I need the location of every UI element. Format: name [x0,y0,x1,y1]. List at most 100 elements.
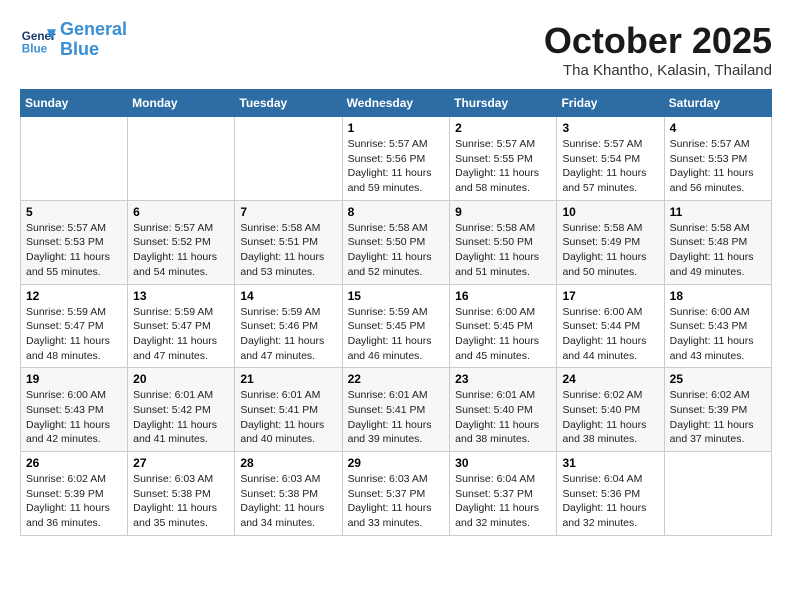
day-info: Sunrise: 6:00 AM Sunset: 5:43 PM Dayligh… [26,388,122,447]
calendar-day-cell [21,117,128,201]
calendar-day-cell: 17 Sunrise: 6:00 AM Sunset: 5:44 PM Dayli… [557,284,664,368]
day-number: 11 [670,205,766,219]
day-number: 20 [133,372,229,386]
day-number: 27 [133,456,229,470]
day-info: Sunrise: 6:00 AM Sunset: 5:44 PM Dayligh… [562,305,658,364]
day-info: Sunrise: 5:58 AM Sunset: 5:51 PM Dayligh… [240,221,336,280]
day-number: 31 [562,456,658,470]
calendar-day-cell: 31 Sunrise: 6:04 AM Sunset: 5:36 PM Dayli… [557,452,664,536]
calendar-day-cell [235,117,342,201]
calendar-day-cell: 28 Sunrise: 6:03 AM Sunset: 5:38 PM Dayli… [235,452,342,536]
weekday-header-cell: Sunday [21,90,128,117]
day-info: Sunrise: 6:03 AM Sunset: 5:38 PM Dayligh… [133,472,229,531]
calendar-day-cell [664,452,771,536]
day-number: 1 [348,121,445,135]
calendar-table: SundayMondayTuesdayWednesdayThursdayFrid… [20,89,772,536]
calendar-day-cell: 3Sunrise: 5:57 AM Sunset: 5:54 PM Daylig… [557,117,664,201]
day-number: 29 [348,456,445,470]
calendar-day-cell: 5Sunrise: 5:57 AM Sunset: 5:53 PM Daylig… [21,200,128,284]
calendar-day-cell: 16Sunrise: 6:00 AM Sunset: 5:45 PM Dayli… [450,284,557,368]
calendar-week-row: 1Sunrise: 5:57 AM Sunset: 5:56 PM Daylig… [21,117,772,201]
calendar-week-row: 19 Sunrise: 6:00 AM Sunset: 5:43 PM Dayli… [21,368,772,452]
day-info: Sunrise: 5:59 AM Sunset: 5:47 PM Dayligh… [133,305,229,364]
day-info: Sunrise: 5:58 AM Sunset: 5:48 PM Dayligh… [670,221,766,280]
day-number: 19 [26,372,122,386]
day-info: Sunrise: 6:03 AM Sunset: 5:38 PM Dayligh… [240,472,336,531]
day-number: 25 [670,372,766,386]
calendar-day-cell: 1Sunrise: 5:57 AM Sunset: 5:56 PM Daylig… [342,117,450,201]
day-info: Sunrise: 6:01 AM Sunset: 5:40 PM Dayligh… [455,388,551,447]
calendar-day-cell: 6 Sunrise: 5:57 AM Sunset: 5:52 PM Daylig… [128,200,235,284]
logo: General Blue GeneralBlue [20,20,127,60]
day-number: 6 [133,205,229,219]
logo-text: GeneralBlue [60,20,127,60]
day-number: 30 [455,456,551,470]
day-number: 22 [348,372,445,386]
day-info: Sunrise: 6:01 AM Sunset: 5:42 PM Dayligh… [133,388,229,447]
weekday-header-row: SundayMondayTuesdayWednesdayThursdayFrid… [21,90,772,117]
page-header: General Blue GeneralBlue October 2025 Th… [20,20,772,79]
day-number: 28 [240,456,336,470]
location-title: Tha Khantho, Kalasin, Thailand [544,62,772,79]
day-number: 13 [133,289,229,303]
calendar-day-cell: 30 Sunrise: 6:04 AM Sunset: 5:37 PM Dayli… [450,452,557,536]
day-number: 10 [562,205,658,219]
day-info: Sunrise: 5:58 AM Sunset: 5:50 PM Dayligh… [348,221,445,280]
day-info: Sunrise: 5:57 AM Sunset: 5:52 PM Dayligh… [133,221,229,280]
day-number: 12 [26,289,122,303]
calendar-day-cell: 10 Sunrise: 5:58 AM Sunset: 5:49 PM Dayli… [557,200,664,284]
logo-icon: General Blue [20,22,56,58]
calendar-day-cell: 11 Sunrise: 5:58 AM Sunset: 5:48 PM Dayli… [664,200,771,284]
day-number: 14 [240,289,336,303]
weekday-header-cell: Thursday [450,90,557,117]
day-number: 21 [240,372,336,386]
day-number: 24 [562,372,658,386]
day-number: 9 [455,205,551,219]
calendar-day-cell: 2Sunrise: 5:57 AM Sunset: 5:55 PM Daylig… [450,117,557,201]
day-info: Sunrise: 5:57 AM Sunset: 5:55 PM Dayligh… [455,137,551,196]
day-info: Sunrise: 5:59 AM Sunset: 5:47 PM Dayligh… [26,305,122,364]
calendar-week-row: 5Sunrise: 5:57 AM Sunset: 5:53 PM Daylig… [21,200,772,284]
calendar-day-cell: 15Sunrise: 5:59 AM Sunset: 5:45 PM Dayli… [342,284,450,368]
day-info: Sunrise: 6:01 AM Sunset: 5:41 PM Dayligh… [240,388,336,447]
calendar-day-cell: 27 Sunrise: 6:03 AM Sunset: 5:38 PM Dayli… [128,452,235,536]
calendar-day-cell: 24Sunrise: 6:02 AM Sunset: 5:40 PM Dayli… [557,368,664,452]
weekday-header-cell: Tuesday [235,90,342,117]
calendar-day-cell: 23Sunrise: 6:01 AM Sunset: 5:40 PM Dayli… [450,368,557,452]
day-info: Sunrise: 6:04 AM Sunset: 5:37 PM Dayligh… [455,472,551,531]
calendar-day-cell: 26Sunrise: 6:02 AM Sunset: 5:39 PM Dayli… [21,452,128,536]
calendar-day-cell: 7 Sunrise: 5:58 AM Sunset: 5:51 PM Daylig… [235,200,342,284]
day-number: 18 [670,289,766,303]
calendar-day-cell: 22 Sunrise: 6:01 AM Sunset: 5:41 PM Dayli… [342,368,450,452]
title-block: October 2025 Tha Khantho, Kalasin, Thail… [544,20,772,79]
day-number: 17 [562,289,658,303]
day-info: Sunrise: 6:02 AM Sunset: 5:39 PM Dayligh… [26,472,122,531]
day-info: Sunrise: 6:04 AM Sunset: 5:36 PM Dayligh… [562,472,658,531]
day-info: Sunrise: 5:58 AM Sunset: 5:49 PM Dayligh… [562,221,658,280]
calendar-day-cell: 14 Sunrise: 5:59 AM Sunset: 5:46 PM Dayli… [235,284,342,368]
weekday-header-cell: Friday [557,90,664,117]
day-number: 16 [455,289,551,303]
svg-text:Blue: Blue [22,42,48,55]
day-info: Sunrise: 5:57 AM Sunset: 5:53 PM Dayligh… [670,137,766,196]
calendar-day-cell: 20 Sunrise: 6:01 AM Sunset: 5:42 PM Dayli… [128,368,235,452]
calendar-week-row: 26Sunrise: 6:02 AM Sunset: 5:39 PM Dayli… [21,452,772,536]
calendar-day-cell: 9Sunrise: 5:58 AM Sunset: 5:50 PM Daylig… [450,200,557,284]
calendar-body: 1Sunrise: 5:57 AM Sunset: 5:56 PM Daylig… [21,117,772,536]
day-number: 7 [240,205,336,219]
calendar-day-cell [128,117,235,201]
day-info: Sunrise: 6:02 AM Sunset: 5:39 PM Dayligh… [670,388,766,447]
day-info: Sunrise: 6:01 AM Sunset: 5:41 PM Dayligh… [348,388,445,447]
calendar-day-cell: 12 Sunrise: 5:59 AM Sunset: 5:47 PM Dayli… [21,284,128,368]
calendar-day-cell: 4Sunrise: 5:57 AM Sunset: 5:53 PM Daylig… [664,117,771,201]
day-number: 5 [26,205,122,219]
day-info: Sunrise: 5:59 AM Sunset: 5:46 PM Dayligh… [240,305,336,364]
weekday-header-cell: Wednesday [342,90,450,117]
day-info: Sunrise: 5:59 AM Sunset: 5:45 PM Dayligh… [348,305,445,364]
weekday-header-cell: Saturday [664,90,771,117]
weekday-header-cell: Monday [128,90,235,117]
calendar-day-cell: 8Sunrise: 5:58 AM Sunset: 5:50 PM Daylig… [342,200,450,284]
month-title: October 2025 [544,20,772,62]
calendar-day-cell: 13 Sunrise: 5:59 AM Sunset: 5:47 PM Dayli… [128,284,235,368]
calendar-day-cell: 18Sunrise: 6:00 AM Sunset: 5:43 PM Dayli… [664,284,771,368]
